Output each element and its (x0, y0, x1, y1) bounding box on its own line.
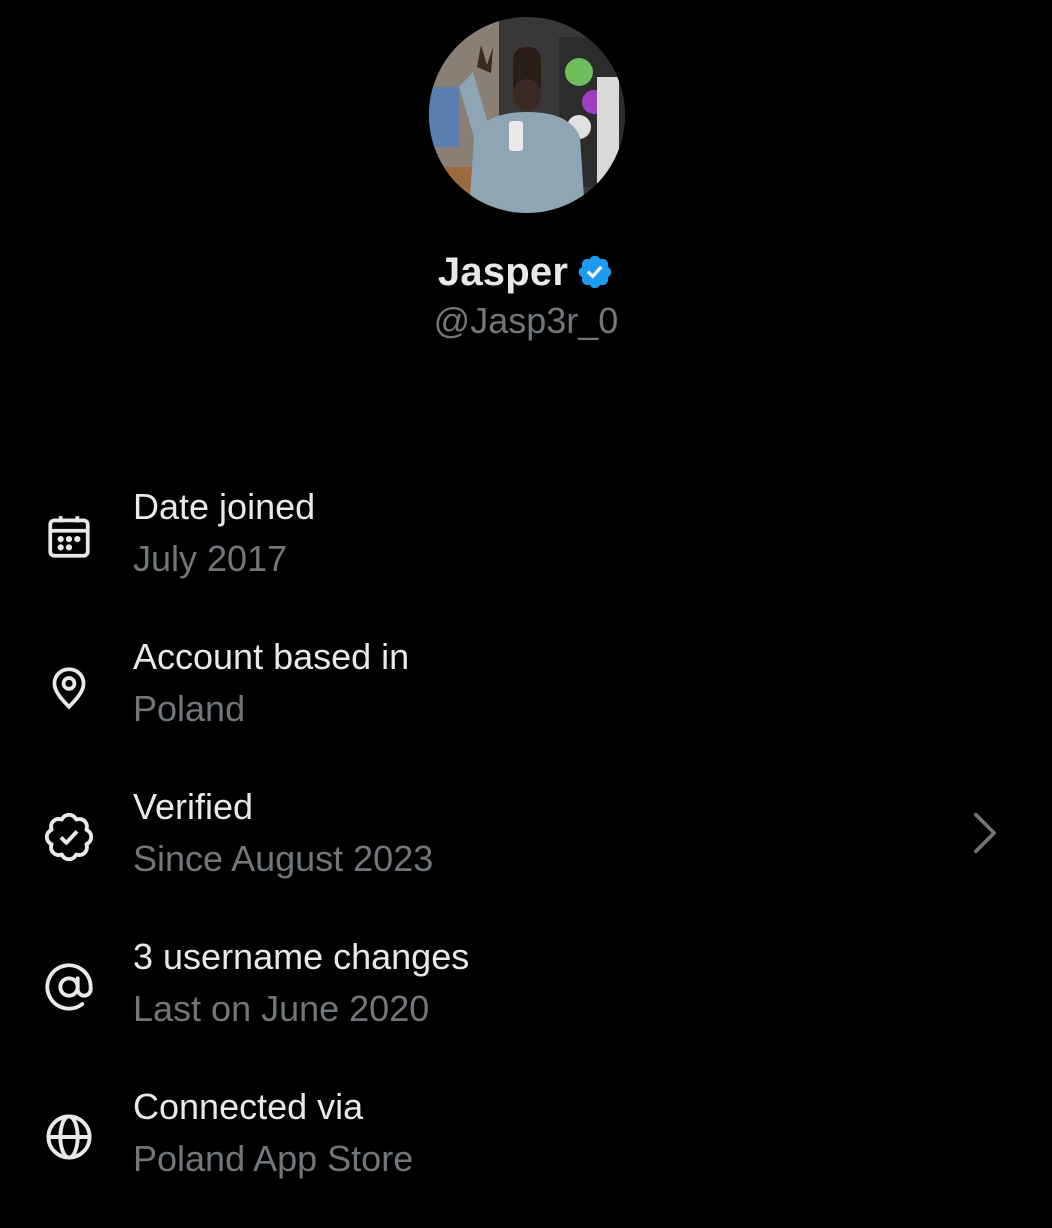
location-pin-icon (40, 658, 98, 716)
info-value: Poland (133, 688, 246, 729)
profile-name-row: Jasper (0, 244, 1052, 300)
avatar[interactable] (429, 17, 625, 213)
profile-handle: @Jasp3r_0 (433, 300, 619, 341)
calendar-icon (40, 508, 98, 566)
at-sign-icon (40, 958, 98, 1016)
info-value: Since August 2023 (133, 838, 434, 879)
info-item-username-changes: 3 username changes Last on June 2020 (0, 928, 1052, 1078)
info-value: July 2017 (133, 538, 288, 579)
info-item-verified[interactable]: Verified Since August 2023 (0, 778, 1052, 928)
avatar-photo (429, 17, 625, 213)
verified-outline-icon (40, 808, 98, 866)
account-info-list: Date joined July 2017 Account based in P… (0, 478, 1052, 1228)
info-title: 3 username changes (133, 936, 470, 977)
chevron-right-icon[interactable] (970, 808, 1000, 858)
info-value: Last on June 2020 (133, 988, 430, 1029)
info-title: Date joined (133, 486, 316, 527)
globe-icon (40, 1108, 98, 1166)
display-name: Jasper (437, 249, 569, 294)
info-title: Account based in (133, 636, 410, 677)
info-title: Connected via (133, 1086, 364, 1127)
info-title: Verified (133, 786, 254, 827)
info-item-connected-via: Connected via Poland App Store (0, 1078, 1052, 1228)
info-value: Poland App Store (133, 1138, 414, 1179)
info-item-account-based-in: Account based in Poland (0, 628, 1052, 778)
verified-badge-icon[interactable] (576, 253, 614, 291)
info-item-date-joined: Date joined July 2017 (0, 478, 1052, 628)
